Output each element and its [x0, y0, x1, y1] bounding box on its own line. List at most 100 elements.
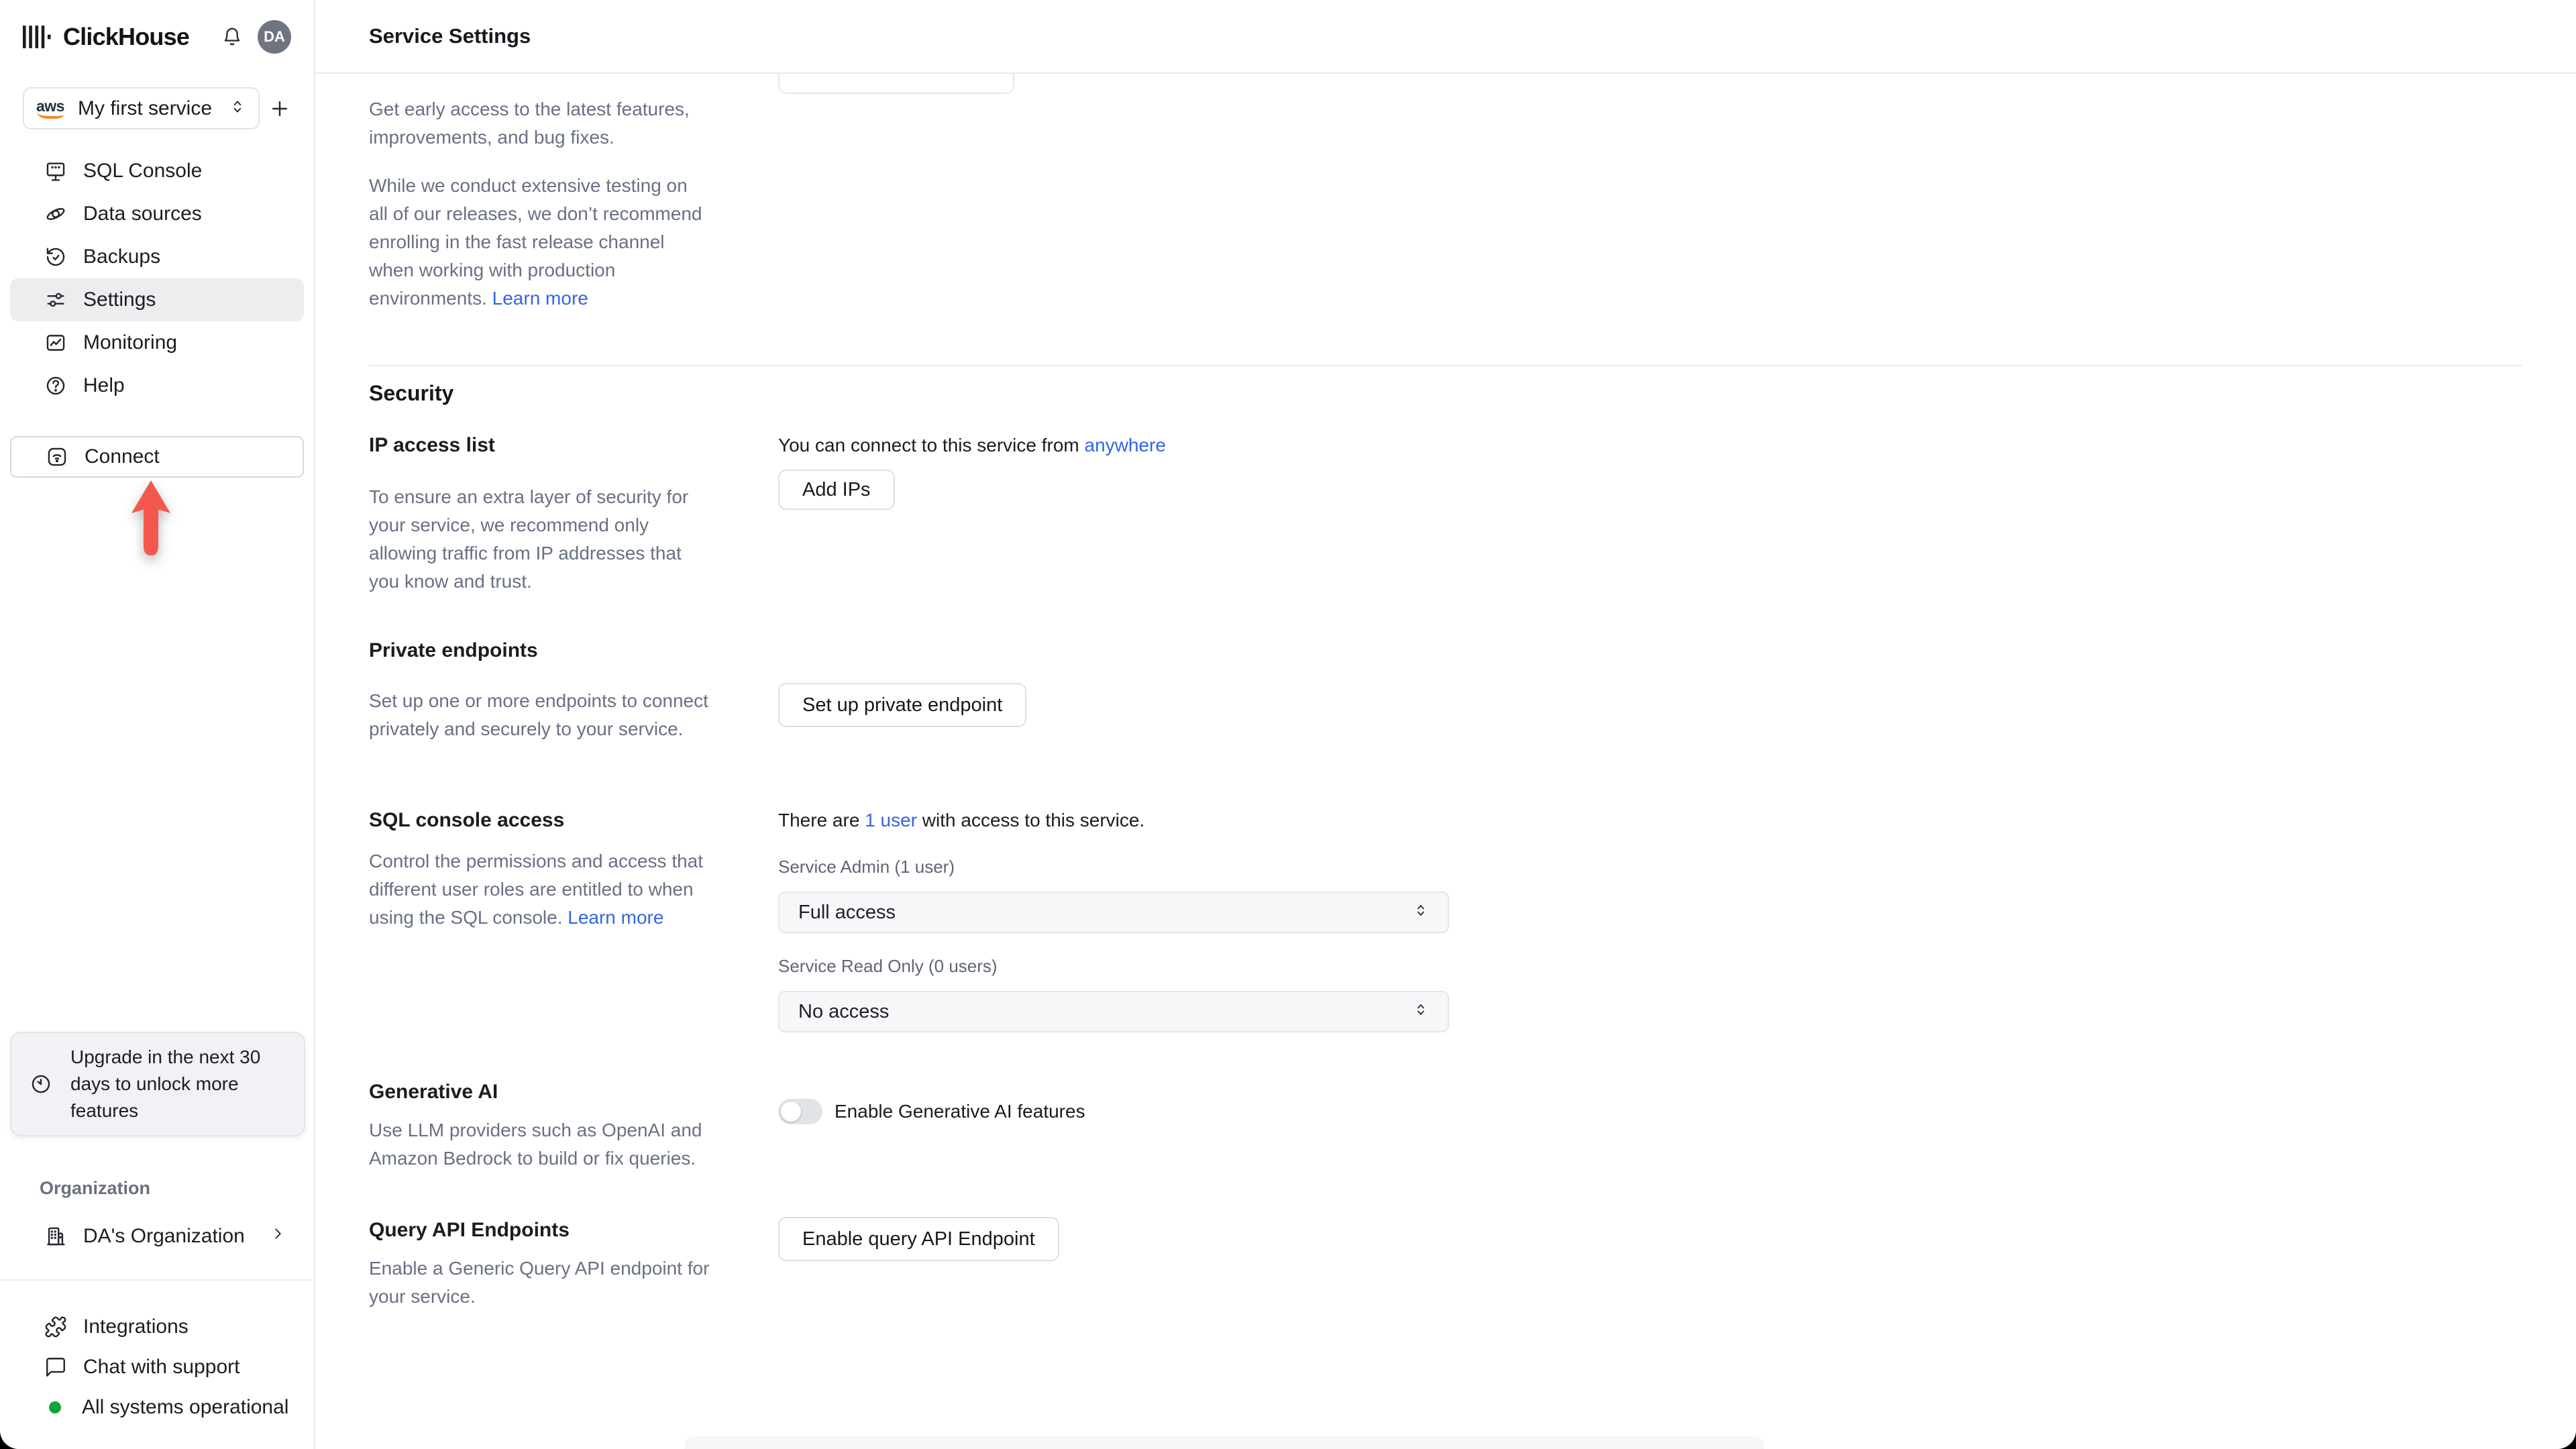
sql-console-access-title: SQL console access	[369, 809, 565, 831]
section-divider	[369, 365, 2522, 366]
add-ips-button[interactable]: Add IPs	[778, 470, 895, 510]
connect-button[interactable]: Connect	[10, 436, 304, 478]
brand-name: ClickHouse	[63, 23, 190, 50]
brand-row: ClickHouse DA	[23, 19, 291, 55]
sidebar-item-system-status[interactable]: All systems operational	[10, 1387, 305, 1428]
sidebar-item-settings[interactable]: Settings	[10, 278, 304, 321]
sidebar-item-label: Monitoring	[83, 331, 178, 354]
service-selector-row: aws My first service	[23, 87, 291, 129]
organization-section-label: Organization	[40, 1178, 151, 1198]
sidebar: ClickHouse DA aws My first service SQL C…	[0, 0, 315, 1449]
users-line-prefix: There are	[778, 810, 860, 830]
chevron-right-icon	[269, 1225, 286, 1248]
service-admin-select[interactable]: Full access	[778, 892, 1449, 933]
monitoring-icon	[46, 335, 65, 351]
main-header: Service Settings	[315, 0, 2576, 74]
sidebar-item-label: Settings	[83, 288, 156, 311]
toggle-knob	[781, 1102, 801, 1122]
chevrons-up-down-icon	[1413, 902, 1429, 924]
generative-ai-title: Generative AI	[369, 1081, 498, 1103]
service-readonly-label: Service Read Only (0 users)	[778, 956, 998, 976]
sql-console-access-section: SQL console access Control the permissio…	[369, 807, 2522, 1032]
query-api-title: Query API Endpoints	[369, 1219, 570, 1241]
add-service-button[interactable]	[268, 97, 291, 120]
generative-ai-toggle-label: Enable Generative AI features	[835, 1101, 1085, 1122]
backups-icon	[46, 248, 65, 266]
upgrade-notice-text: Upgrade in the next 30 days to unlock mo…	[70, 1046, 261, 1121]
aws-logo-icon: aws	[36, 97, 71, 120]
service-readonly-select[interactable]: No access	[778, 991, 1449, 1032]
sidebar-item-backups[interactable]: Backups	[10, 235, 304, 278]
ip-access-list-section: IP access list To ensure an extra layer …	[369, 432, 2522, 596]
sql-access-learn-more-link[interactable]: Learn more	[568, 907, 663, 928]
building-icon	[47, 1227, 65, 1246]
main-area: Service Settings Get early access to the…	[315, 0, 2576, 1449]
service-admin-select-value: Full access	[798, 901, 896, 923]
bell-icon	[224, 28, 240, 46]
service-admin-label: Service Admin (1 user)	[778, 857, 955, 877]
ip-access-list-description: To ensure an extra layer of security for…	[369, 486, 689, 592]
one-user-link[interactable]: 1 user	[865, 810, 917, 830]
annotation-arrow	[131, 480, 170, 555]
sidebar-item-label: SQL Console	[83, 160, 203, 182]
footer-item-label: Integrations	[83, 1316, 189, 1338]
sidebar-item-integrations[interactable]: Integrations	[10, 1307, 305, 1347]
chevrons-up-down-icon	[1413, 1001, 1429, 1023]
page-title: Service Settings	[369, 24, 531, 48]
avatar-initials: DA	[264, 28, 285, 45]
sidebar-divider	[0, 1279, 314, 1281]
organization-item[interactable]: DA's Organization	[10, 1216, 305, 1257]
plus-icon	[272, 101, 288, 116]
generative-ai-description: Use LLM providers such as OpenAI and Ama…	[369, 1120, 702, 1169]
sql-console-icon	[46, 162, 65, 181]
status-dot	[49, 1401, 61, 1413]
generative-ai-section: Generative AI Use LLM providers such as …	[369, 1079, 2522, 1173]
release-learn-more-link[interactable]: Learn more	[492, 288, 588, 309]
footer-item-label: All systems operational	[82, 1396, 289, 1418]
private-endpoints-description: Set up one or more endpoints to connect …	[369, 690, 708, 739]
generative-ai-toggle[interactable]	[778, 1099, 822, 1124]
query-api-endpoints-section: Query API Endpoints Enable a Generic Que…	[369, 1217, 2522, 1311]
ip-access-status-text: You can connect to this service from	[778, 435, 1079, 455]
users-line-suffix: with access to this service.	[922, 810, 1145, 830]
settings-icon	[47, 292, 64, 307]
private-endpoints-title: Private endpoints	[369, 639, 538, 661]
sidebar-item-data-sources[interactable]: Data sources	[10, 193, 304, 235]
footer-item-label: Chat with support	[83, 1356, 240, 1378]
setup-private-endpoint-button[interactable]: Set up private endpoint	[778, 683, 1027, 727]
upgrade-notice-card[interactable]: Upgrade in the next 30 days to unlock mo…	[10, 1032, 305, 1136]
anywhere-link[interactable]: anywhere	[1085, 435, 1166, 455]
notifications-button[interactable]	[221, 26, 243, 48]
sidebar-item-help[interactable]: Help	[10, 364, 304, 407]
clickhouse-logo-icon	[23, 25, 51, 48]
release-paragraph-1: Get early access to the latest features,…	[369, 99, 690, 148]
sidebar-item-label: Data sources	[83, 203, 202, 225]
private-endpoints-section: Private endpoints Set up one or more end…	[369, 637, 2522, 743]
organization-name: DA's Organization	[83, 1225, 245, 1247]
chevrons-up-down-icon	[229, 98, 246, 119]
service-selector-value: My first service	[78, 97, 213, 119]
release-channel-section: Get early access to the latest features,…	[369, 74, 2522, 313]
generative-ai-toggle-row: Enable Generative AI features	[778, 1099, 1449, 1124]
release-paragraph-2: While we conduct extensive testing on al…	[369, 172, 745, 313]
clock-icon	[32, 1075, 50, 1093]
wifi-connect-icon	[48, 447, 66, 466]
data-sources-icon	[46, 208, 65, 220]
ip-access-status-line: You can connect to this service from any…	[778, 432, 1449, 459]
connect-button-label: Connect	[85, 445, 160, 468]
sql-console-access-description: Control the permissions and access that …	[369, 847, 745, 932]
enable-query-api-button[interactable]: Enable query API Endpoint	[778, 1217, 1059, 1261]
chat-icon	[46, 1358, 65, 1377]
sidebar-item-label: Help	[83, 374, 125, 396]
ip-access-list-title: IP access list	[369, 434, 495, 456]
avatar[interactable]: DA	[258, 20, 291, 54]
sidebar-item-monitoring[interactable]: Monitoring	[10, 321, 304, 364]
sidebar-nav: SQL Console Data sources Backups Setting…	[10, 150, 304, 407]
app-window: ClickHouse DA aws My first service SQL C…	[0, 0, 2576, 1449]
service-selector[interactable]: aws My first service	[23, 87, 260, 129]
settings-content: Get early access to the latest features,…	[315, 74, 2576, 1311]
service-readonly-select-value: No access	[798, 1000, 890, 1022]
sidebar-footer: Integrations Chat with support All syste…	[10, 1307, 305, 1428]
sidebar-item-chat-support[interactable]: Chat with support	[10, 1347, 305, 1387]
sidebar-item-sql-console[interactable]: SQL Console	[10, 150, 304, 193]
